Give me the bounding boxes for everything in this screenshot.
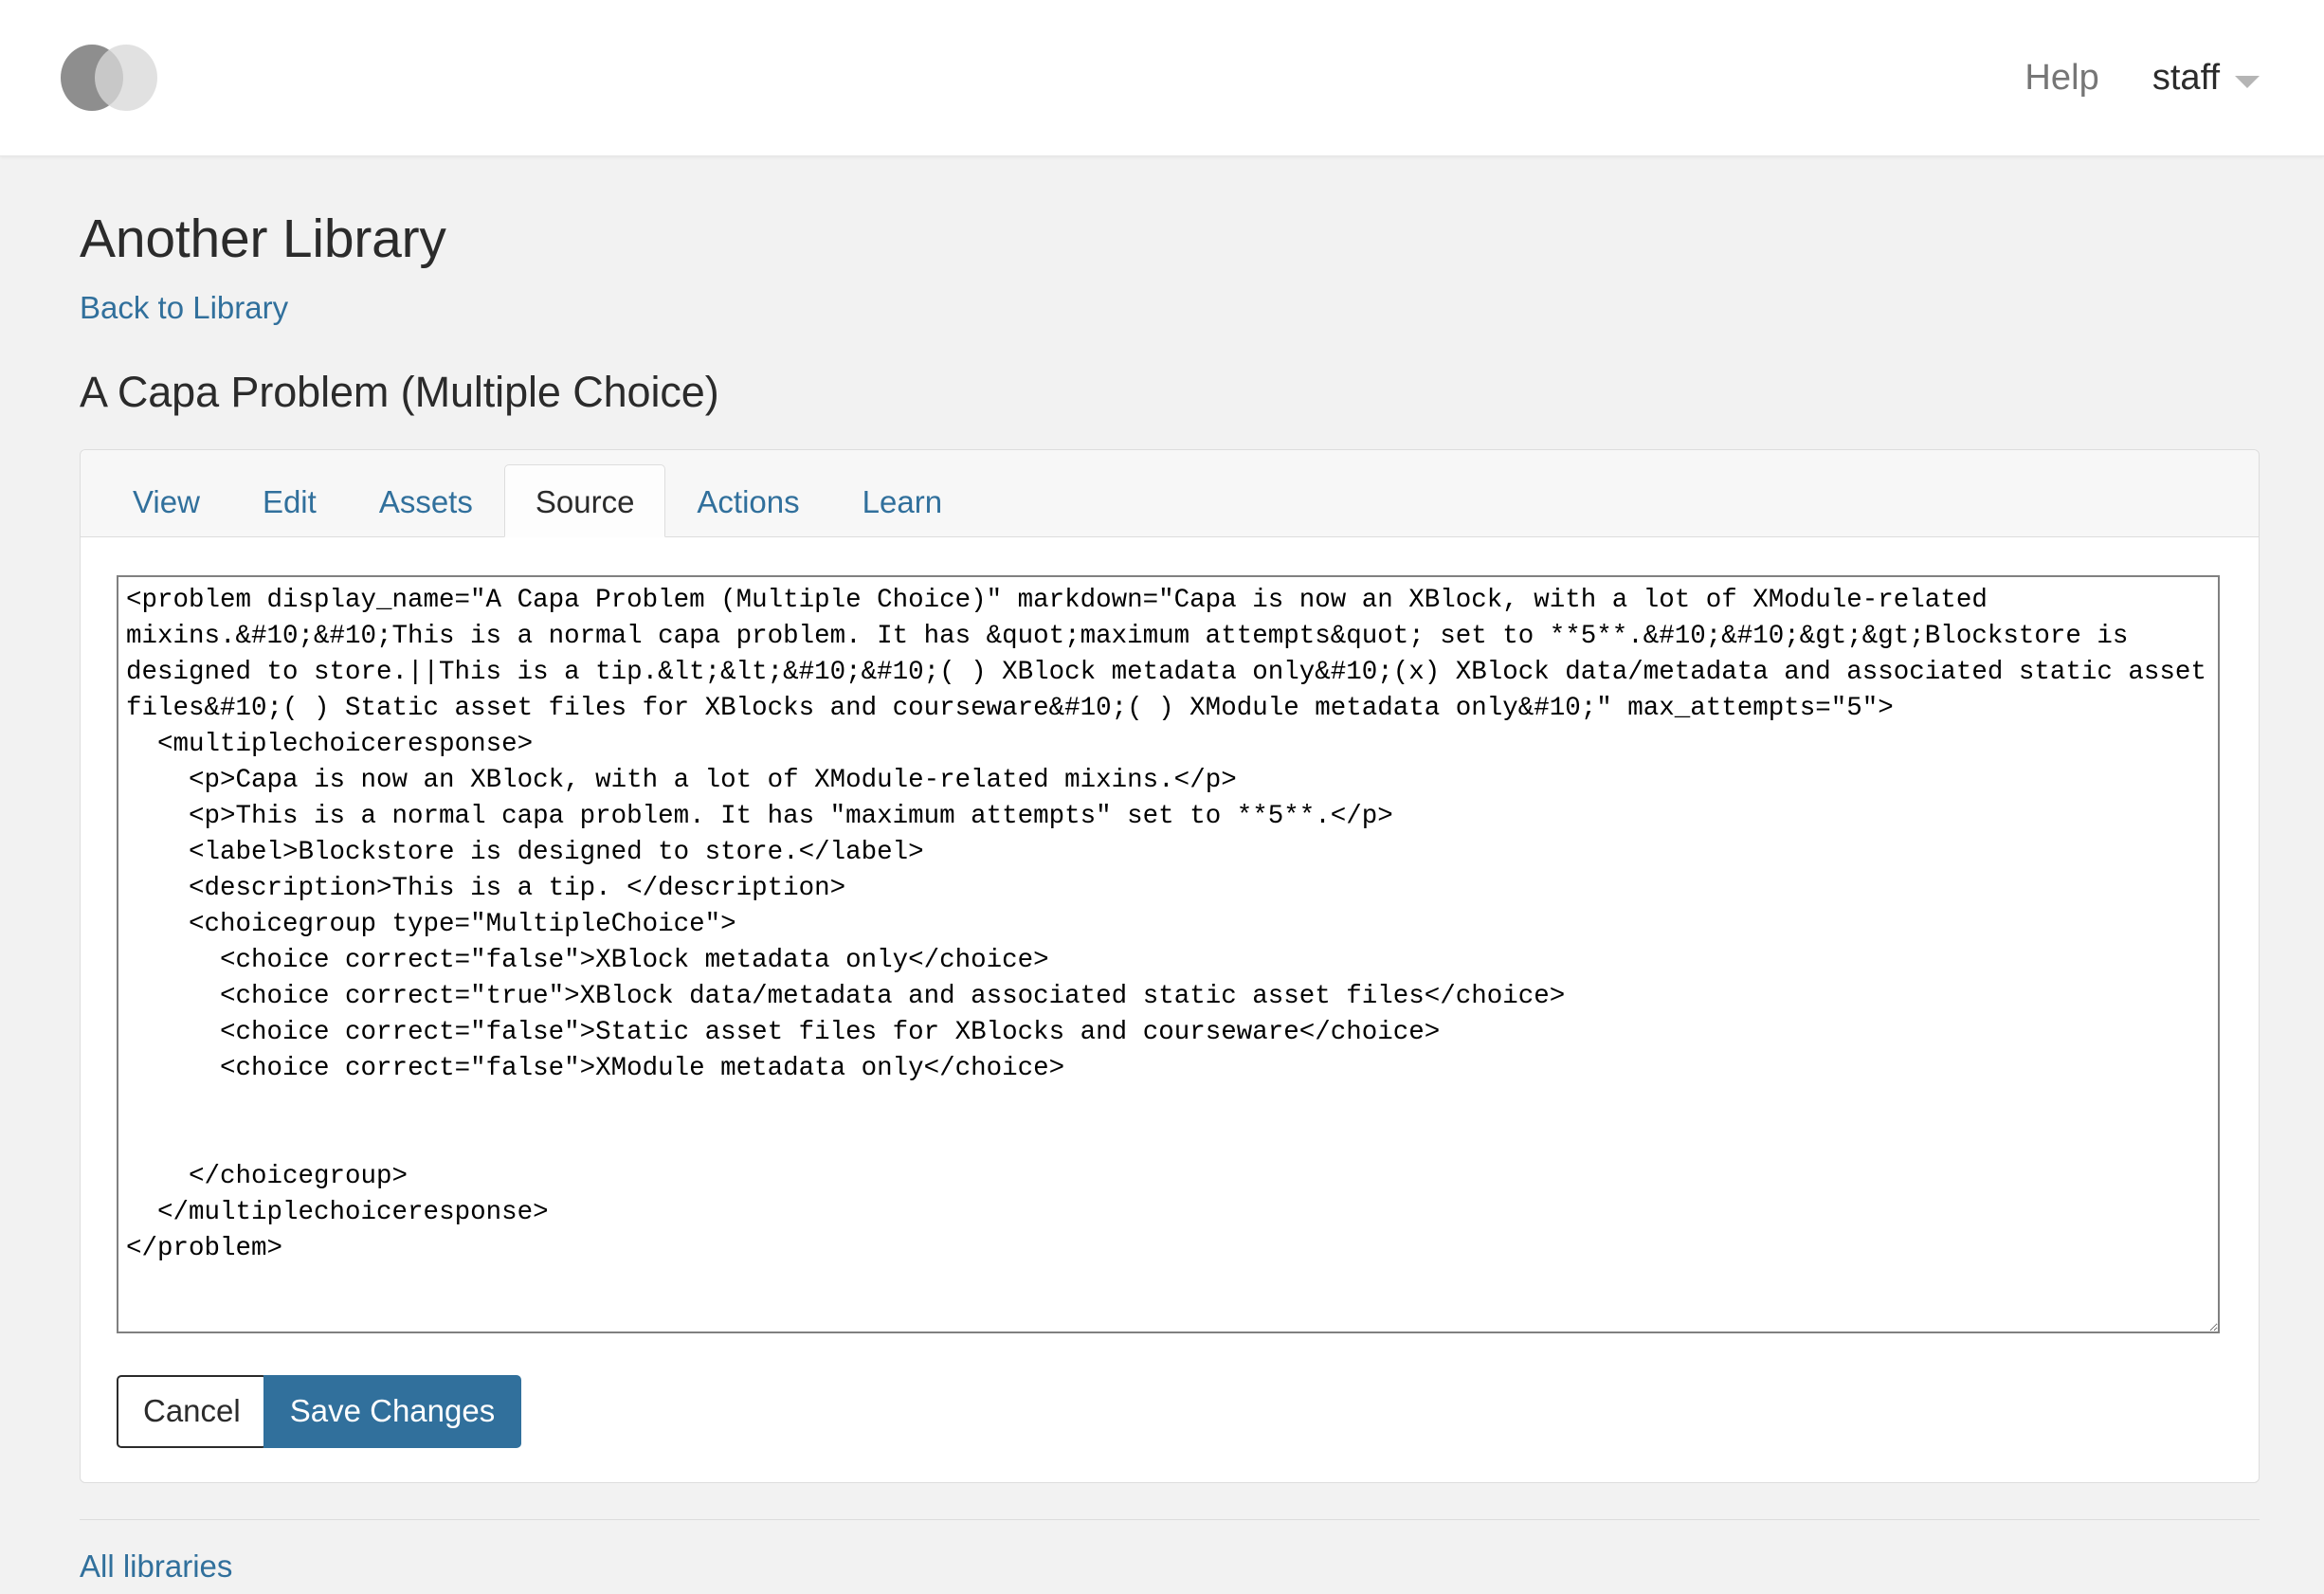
all-libraries-link[interactable]: All libraries — [80, 1549, 232, 1584]
source-xml-textarea[interactable] — [117, 574, 2220, 1333]
page-footer: All libraries — [80, 1518, 2260, 1585]
back-to-library-link[interactable]: Back to Library — [80, 290, 288, 326]
tab-actions[interactable]: Actions — [665, 464, 830, 537]
logo-circle-right — [95, 45, 157, 111]
save-changes-button[interactable]: Save Changes — [263, 1374, 522, 1448]
chevron-down-icon — [2235, 75, 2260, 88]
user-menu[interactable]: staff — [2152, 58, 2260, 99]
cancel-button[interactable]: Cancel — [117, 1374, 267, 1448]
tab-assets[interactable]: Assets — [348, 464, 504, 537]
header-actions: Help staff — [2024, 58, 2260, 99]
form-actions: Cancel Save Changes — [117, 1374, 2221, 1448]
page-title: Another Library — [80, 208, 446, 269]
tab-learn[interactable]: Learn — [831, 464, 973, 537]
user-menu-label: staff — [2152, 57, 2220, 98]
block-panel: View Edit Assets Source Actions Learn Ca… — [80, 448, 2260, 1483]
tab-edit[interactable]: Edit — [231, 464, 348, 537]
tab-bar: View Edit Assets Source Actions Learn — [81, 449, 2259, 537]
page-content: Another Library Back to Library A Capa P… — [0, 209, 2324, 1585]
panel-body: Cancel Save Changes — [81, 536, 2259, 1482]
block-title: A Capa Problem (Multiple Choice) — [80, 367, 719, 416]
tab-view[interactable]: View — [101, 464, 231, 537]
two-overlapping-circles-logo[interactable] — [61, 45, 165, 111]
help-link[interactable]: Help — [2024, 58, 2099, 99]
tab-source[interactable]: Source — [503, 463, 666, 537]
site-header: Help staff — [0, 0, 2324, 156]
